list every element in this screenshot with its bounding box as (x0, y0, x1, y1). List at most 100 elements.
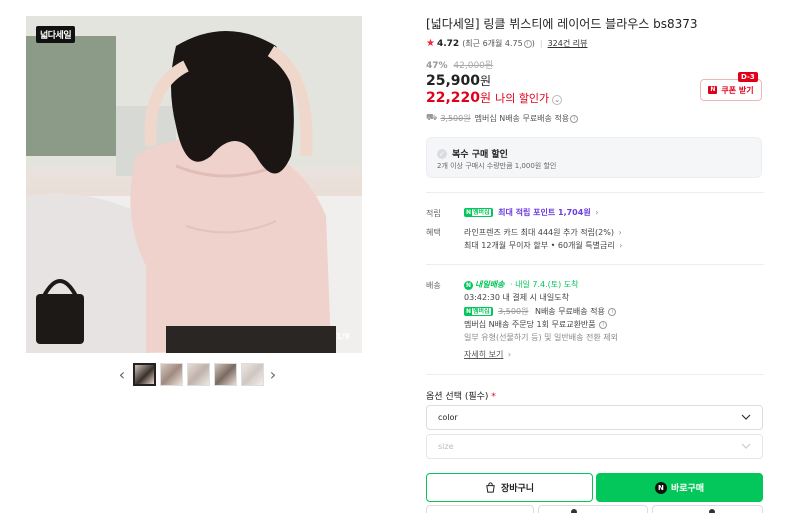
next-image-button[interactable]: › (266, 362, 280, 386)
shipping-note: ⛟ 3,500원 멤버십 N배송 무료배송 적용 i (426, 113, 579, 124)
rating-detail: (최근 6개월 4.75 (462, 39, 523, 48)
info-icon[interactable]: i (523, 39, 532, 48)
size-select[interactable]: size (426, 434, 763, 459)
color-select[interactable]: color (426, 405, 763, 430)
info-icon[interactable]: i (570, 114, 579, 123)
info-icon[interactable]: i (599, 320, 608, 329)
multi-purchase-discount-box: ✓ 복수 구매 할인 2개 이상 구매시 수량만큼 1,000원 할인 (426, 137, 762, 178)
rating-detail-close: ) (531, 39, 535, 48)
chevron-right-icon: › (618, 228, 622, 237)
extra-action-icon (571, 509, 577, 513)
perk-card-text: 라인프렌즈 카드 최대 444원 추가 적립(2%) (464, 228, 614, 237)
extra-action-button[interactable] (652, 505, 763, 513)
extra-action-icon (709, 509, 715, 513)
divider (426, 374, 764, 375)
arrival-date: · 내일 7.4.(토) 도착 (510, 280, 579, 289)
membership-tag: 멤버십 (472, 308, 491, 315)
thumbnail[interactable] (187, 362, 210, 386)
thumbnail[interactable] (133, 362, 156, 386)
chevron-right-icon: › (507, 350, 512, 359)
main-product-image[interactable]: 넓다세일 1/9 (26, 16, 362, 353)
membership-shipping-row: N 멤버십 3,500원 N배송 무료배송 적용 i (464, 306, 617, 317)
coupon-icon: N (708, 86, 718, 94)
naverpay-n: N (466, 308, 472, 315)
delivery-arrival-row: N 내일배송 · 내일 7.4.(토) 도착 (464, 279, 578, 290)
perk-card-row[interactable]: 라인프렌즈 카드 최대 444원 추가 적립(2%) › (464, 227, 622, 238)
perk-installment-row[interactable]: 최대 12개월 무이자 할부 • 60개월 특별금리 › (464, 240, 623, 251)
exchange-row: 멤버십 N배송 주문당 1회 무료교환반품 i (464, 319, 608, 330)
divider (426, 192, 764, 193)
points-row[interactable]: N 멤버십 최대 적립 포인트 1,704원 › (464, 207, 598, 218)
membership-shipping-text: N배송 무료배송 적용 (534, 307, 605, 316)
add-to-cart-button[interactable]: 장바구니 (426, 473, 593, 502)
thumbnail[interactable] (160, 362, 183, 386)
naverpay-membership-badge: N 멤버십 (464, 307, 493, 316)
multi-purchase-title: ✓ 복수 구매 할인 (437, 147, 508, 160)
truck-icon: ⛟ (426, 113, 438, 123)
check-icon: ✓ (437, 148, 447, 159)
required-mark: * (491, 392, 496, 402)
image-counter: 1/9 (335, 332, 350, 341)
product-title: [넓다세일] 링클 뷔스티에 레이어드 블라우스 bs8373 (426, 17, 698, 31)
cart-label: 장바구니 (500, 484, 535, 494)
currency-unit: 원 (480, 74, 492, 88)
chevron-down-icon (741, 443, 751, 449)
star-icon: ★ (426, 38, 435, 49)
perk-installment-text: 최대 12개월 무이자 할부 • 60개월 특별금리 (464, 241, 615, 250)
my-price-value: 22,220 (426, 90, 481, 106)
extra-action-button[interactable] (426, 505, 534, 513)
option-label: 옵션 선택 (필수) * (426, 389, 496, 402)
chevron-right-icon: › (595, 208, 599, 217)
thumbnail[interactable] (214, 362, 237, 386)
multi-purchase-desc: 2개 이상 구매시 수량만큼 1,000원 할인 (437, 162, 557, 170)
delivery-deadline: 03:42:30 내 결제 시 내일도착 (464, 293, 569, 302)
chevron-right-icon: › (619, 241, 623, 250)
rating-row: ★ 4.72 (최근 6개월 4.75 i ) | 324건 리뷰 (426, 38, 587, 49)
product-photo-illustration (26, 16, 362, 353)
my-discount-price[interactable]: 22,220 원 나의 할인가 ⌄ (426, 89, 563, 106)
rating-score: 4.72 (436, 38, 460, 49)
points-label: 적립 (426, 209, 441, 218)
color-select-value: color (438, 413, 458, 422)
option-label-text: 옵션 선택 (필수) (426, 392, 489, 402)
sale-price: 25,900원 (426, 72, 491, 89)
coupon-label: 쿠폰 받기 (721, 85, 754, 95)
naverpay-n: N (466, 209, 472, 216)
membership-tag: 멤버십 (472, 209, 491, 216)
exchange-text: 멤버십 N배송 주문당 1회 무료교환반품 (464, 320, 596, 329)
delivery-label: 배송 (426, 281, 441, 290)
sale-price-value: 25,900 (426, 73, 481, 89)
buy-now-label: 바로구매 (670, 484, 705, 494)
coupon-button[interactable]: N 쿠폰 받기 (700, 79, 762, 101)
my-price-label: 나의 할인가 (495, 92, 550, 105)
extra-action-button[interactable] (538, 505, 648, 513)
prev-image-button[interactable]: ‹ (115, 362, 129, 386)
tomorrow-delivery-badge: N 내일배송 (464, 280, 505, 290)
discount-row: 47% 42,000원 (426, 58, 493, 71)
chevron-down-icon[interactable]: ⌄ (552, 95, 563, 105)
buy-now-button[interactable]: N 바로구매 (596, 473, 763, 502)
info-icon[interactable]: i (608, 307, 617, 316)
original-price: 42,000원 (453, 61, 494, 71)
delivery-exclusion: 일부 유형(선물하기 등) 및 일반배송 전환 제외 (464, 333, 618, 342)
multi-purchase-title-text: 복수 구매 할인 (452, 150, 508, 160)
naverpay-n-icon: N (654, 481, 667, 494)
review-count-link[interactable]: 324건 리뷰 (548, 38, 588, 49)
tomorrow-delivery-text: 내일배송 (475, 280, 505, 289)
currency-unit: 원 (480, 91, 492, 105)
shipping-note-text: 멤버십 N배송 무료배송 적용 (474, 114, 570, 123)
more-details-link[interactable]: 자세히 보기 (464, 350, 503, 359)
perks-label: 혜택 (426, 228, 441, 237)
naver-n-icon: N (464, 281, 473, 290)
chevron-down-icon (741, 414, 751, 420)
size-select-placeholder: size (438, 442, 454, 451)
dday-badge: D-3 (738, 72, 758, 82)
max-points-text: 최대 적립 포인트 1,704원 (498, 208, 591, 217)
divider (426, 264, 764, 265)
discount-rate: 47% (426, 61, 448, 71)
thumbnail-strip: ‹ › (115, 362, 280, 386)
delivery-more-row[interactable]: 자세히 보기 › (464, 349, 511, 360)
thumbnail[interactable] (241, 362, 264, 386)
sale-badge: 넓다세일 (36, 26, 76, 43)
shipping-fee-strike: 3,500원 (498, 307, 529, 316)
